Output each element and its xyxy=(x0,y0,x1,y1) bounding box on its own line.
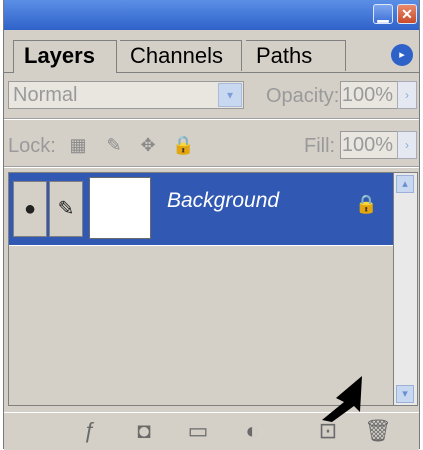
adjustment-layer-button[interactable]: ◐ xyxy=(236,417,268,445)
chevron-down-icon[interactable]: ▾ xyxy=(218,83,242,107)
lock-all-icon[interactable]: 🔒 xyxy=(172,135,194,155)
pointer-arrow-icon xyxy=(322,376,362,422)
layer-style-button[interactable]: ƒ xyxy=(74,417,106,445)
blend-mode-value: Normal xyxy=(13,84,78,106)
tab-row: Layers Channels Paths ▸ xyxy=(4,30,419,73)
lock-position-icon[interactable]: ✥ xyxy=(138,135,158,155)
opacity-flyout-button[interactable]: › xyxy=(397,81,417,109)
divider xyxy=(4,118,419,120)
delete-layer-button[interactable]: 🗑 xyxy=(362,417,394,445)
close-button[interactable]: ✕ xyxy=(397,4,417,24)
tab-layers[interactable]: Layers xyxy=(13,40,117,73)
lock-image-icon[interactable]: ✎ xyxy=(104,135,124,155)
scroll-down-icon[interactable]: ▾ xyxy=(396,385,414,403)
lock-icon: 🔒 xyxy=(355,194,378,214)
layers-scrollbar[interactable]: ▴ ▾ xyxy=(394,172,418,406)
eye-icon: ● xyxy=(23,198,37,220)
link-brush-cell[interactable]: ✎ xyxy=(49,181,83,237)
lock-label: Lock: xyxy=(8,135,56,157)
panel-menu-button[interactable]: ▸ xyxy=(391,44,413,66)
minimize-button[interactable]: ▁ xyxy=(373,4,393,24)
blend-mode-select[interactable]: Normal ▾ xyxy=(8,81,244,109)
divider xyxy=(4,166,419,168)
brush-icon: ✎ xyxy=(57,198,75,220)
add-mask-button[interactable]: ◘ xyxy=(128,417,160,445)
scroll-up-icon[interactable]: ▴ xyxy=(396,175,414,193)
lock-fill-row: Lock: ▦ ✎ ✥ 🔒 Fill: 100% › xyxy=(4,123,419,165)
lock-transparency-icon[interactable]: ▦ xyxy=(68,135,88,155)
panel-titlebar[interactable]: ▁ ✕ xyxy=(4,0,419,30)
layer-thumbnail[interactable] xyxy=(89,177,151,239)
layer-name[interactable]: Background xyxy=(167,189,279,213)
fill-input[interactable]: 100% xyxy=(340,131,398,159)
opacity-input[interactable]: 100% xyxy=(340,81,398,109)
layers-list: ● ✎ Background 🔒 xyxy=(8,172,394,406)
fill-flyout-button[interactable]: › xyxy=(397,131,417,159)
new-group-button[interactable]: ▭ xyxy=(182,417,214,445)
visibility-toggle[interactable]: ● xyxy=(13,181,47,237)
tab-paths[interactable]: Paths xyxy=(246,40,346,71)
opacity-label: Opacity: xyxy=(266,85,340,107)
blend-opacity-row: Normal ▾ Opacity: 100% › xyxy=(4,75,419,115)
layer-row-background[interactable]: ● ✎ Background 🔒 xyxy=(9,173,393,246)
fill-label: Fill: xyxy=(304,135,336,157)
tab-channels[interactable]: Channels xyxy=(120,40,242,71)
